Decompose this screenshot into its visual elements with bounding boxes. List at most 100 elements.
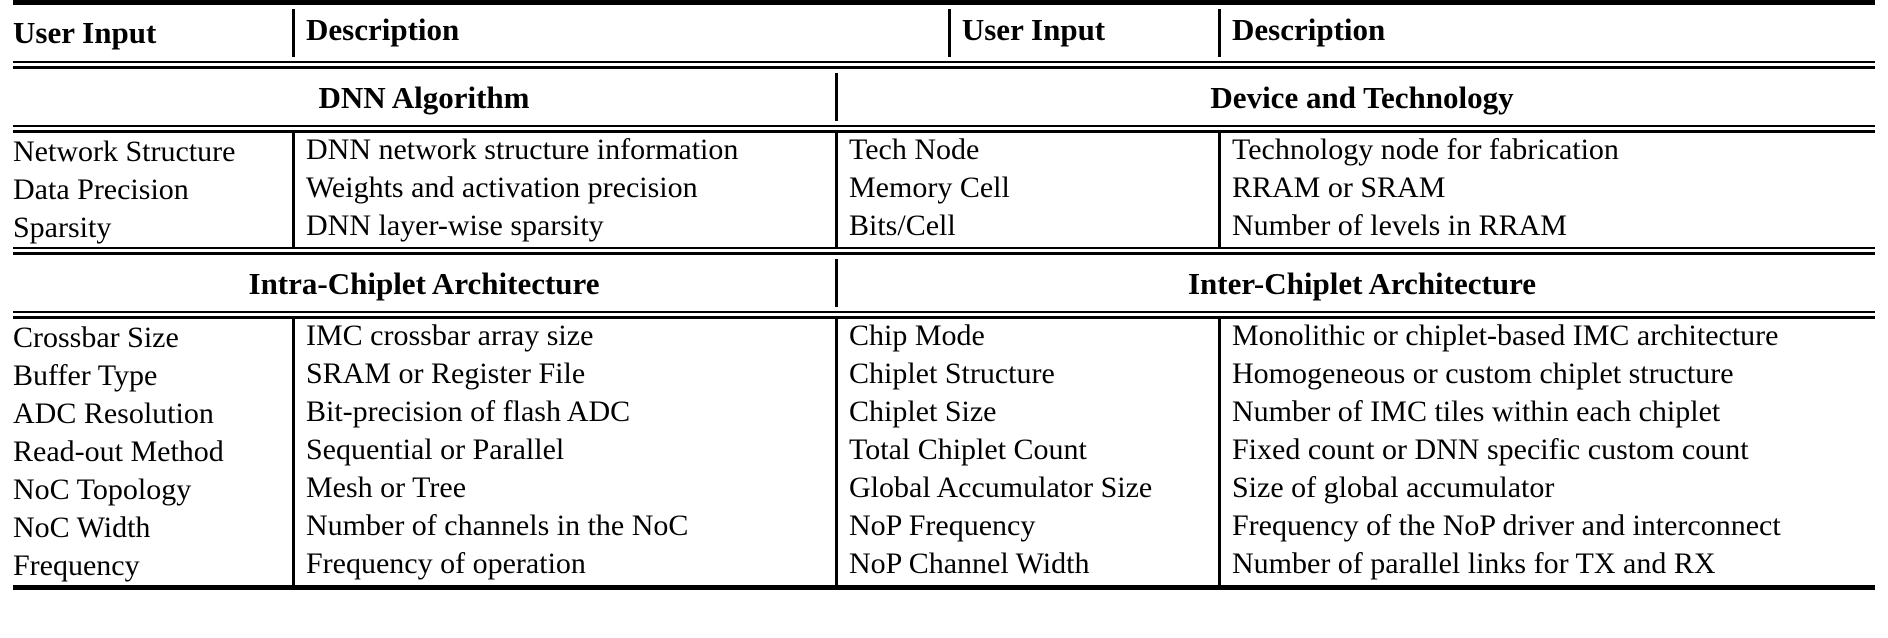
cell-description: Number of channels in the NoC (292, 509, 835, 547)
row-label-input: Crossbar Size (13, 321, 179, 354)
cell-user-input: Memory Cell (835, 171, 1218, 209)
column-divider (1218, 209, 1221, 247)
cell-user-input: Frequency (13, 547, 292, 588)
column-divider (835, 433, 838, 471)
cell-description: Frequency of operation (292, 547, 835, 588)
row-label-description: Frequency of operation (306, 546, 586, 580)
row-label-description: Technology node for fabrication (1232, 132, 1619, 166)
column-divider (1218, 395, 1221, 433)
table-row: Sparsity DNN layer-wise sparsity Bits/Ce… (13, 209, 1875, 248)
column-divider (835, 357, 838, 395)
column-divider (1218, 471, 1221, 509)
column-divider (292, 395, 295, 433)
column-divider (292, 509, 295, 547)
header-cell-description-right: Description (1218, 5, 1875, 62)
column-divider (292, 319, 295, 357)
row-label-input: Total Chiplet Count (849, 432, 1087, 466)
column-divider (947, 9, 951, 57)
table-row: NoC Topology Mesh or Tree Global Accumul… (13, 471, 1875, 509)
column-divider (1218, 9, 1221, 57)
header-label-user-input-left: User Input (13, 15, 157, 50)
cell-user-input: Tech Node (835, 132, 1218, 171)
row-label-input: NoP Frequency (849, 508, 1036, 542)
column-divider (835, 547, 838, 585)
column-divider (292, 357, 295, 395)
column-divider (1218, 433, 1221, 471)
header-cell-description-left: Description (292, 5, 835, 62)
row-label-description: SRAM or Register File (306, 356, 586, 390)
column-divider (835, 395, 838, 433)
spec-table-container: User Input Description User Input Descri… (0, 0, 1888, 638)
row-label-input: Network Structure (13, 135, 236, 168)
cell-description: SRAM or Register File (292, 357, 835, 395)
row-label-input: Chiplet Structure (849, 356, 1055, 390)
row-label-description: Number of levels in RRAM (1232, 208, 1567, 242)
cell-user-input: NoP Channel Width (835, 547, 1218, 588)
column-divider (1218, 319, 1221, 357)
row-label-description: DNN layer-wise sparsity (306, 208, 604, 242)
cell-user-input: ADC Resolution (13, 395, 292, 433)
section-title-dnn-algorithm: DNN Algorithm (318, 79, 530, 115)
cell-description: Size of global accumulator (1218, 471, 1875, 509)
column-divider (1218, 357, 1221, 395)
cell-user-input: Read-out Method (13, 433, 292, 471)
column-divider (835, 509, 838, 547)
cell-user-input: Bits/Cell (835, 209, 1218, 248)
row-label-input: Buffer Type (13, 359, 158, 392)
row-label-input: Bits/Cell (849, 208, 956, 242)
row-label-input: Frequency (13, 549, 140, 582)
column-divider (292, 433, 295, 471)
cell-user-input: NoC Topology (13, 471, 292, 509)
cell-description: Weights and activation precision (292, 171, 835, 209)
cell-description: Monolithic or chiplet-based IMC architec… (1218, 318, 1875, 357)
column-divider (1218, 171, 1221, 209)
cell-description: IMC crossbar array size (292, 318, 835, 357)
section-title-cell-left-1: DNN Algorithm (13, 68, 835, 127)
user-input-spec-table: User Input Description User Input Descri… (13, 0, 1875, 592)
cell-description: Homogeneous or custom chiplet structure (1218, 357, 1875, 395)
row-label-description: DNN network structure information (306, 132, 739, 166)
row-label-input: Read-out Method (13, 435, 224, 468)
row-label-input: NoC Width (13, 511, 151, 544)
column-divider (835, 171, 838, 209)
cell-description: RRAM or SRAM (1218, 171, 1875, 209)
section-title-inter-chiplet-architecture: Inter-Chiplet Architecture (1187, 265, 1537, 301)
cell-description: Technology node for fabrication (1218, 132, 1875, 171)
row-label-description: Fixed count or DNN specific custom count (1232, 432, 1749, 466)
cell-description: Number of IMC tiles within each chiplet (1218, 395, 1875, 433)
table-row: NoC Width Number of channels in the NoC … (13, 509, 1875, 547)
header-cell-user-input-left: User Input (13, 5, 292, 62)
row-label-description: Number of channels in the NoC (306, 508, 689, 542)
row-label-input: Chiplet Size (849, 394, 997, 428)
cell-description: Number of levels in RRAM (1218, 209, 1875, 248)
row-label-description: Size of global accumulator (1232, 470, 1555, 504)
cell-description: Fixed count or DNN specific custom count (1218, 433, 1875, 471)
cell-user-input: Chiplet Size (835, 395, 1218, 433)
row-label-description: IMC crossbar array size (306, 318, 594, 352)
table-row: ADC Resolution Bit-precision of flash AD… (13, 395, 1875, 433)
header-cell-user-input-right: User Input (835, 5, 1218, 62)
row-label-description: Number of IMC tiles within each chiplet (1232, 394, 1721, 428)
cell-user-input: Total Chiplet Count (835, 433, 1218, 471)
cell-user-input: NoC Width (13, 509, 292, 547)
table-row: Buffer Type SRAM or Register File Chiple… (13, 357, 1875, 395)
cell-user-input: Sparsity (13, 209, 292, 248)
section-title-cell-right-2: Inter-Chiplet Architecture (835, 254, 1875, 313)
row-label-description: Mesh or Tree (306, 470, 467, 504)
row-label-description: Sequential or Parallel (306, 432, 565, 466)
cell-description: DNN layer-wise sparsity (292, 209, 835, 248)
cell-user-input: Data Precision (13, 171, 292, 209)
table-row: Network Structure DNN network structure … (13, 132, 1875, 171)
column-divider (835, 319, 838, 357)
column-divider (835, 133, 838, 171)
table-row: Data Precision Weights and activation pr… (13, 171, 1875, 209)
column-divider (292, 209, 295, 247)
row-label-input: NoC Topology (13, 473, 192, 506)
column-divider (835, 259, 838, 307)
row-label-input: NoP Channel Width (849, 546, 1090, 580)
cell-description: Number of parallel links for TX and RX (1218, 547, 1875, 588)
cell-user-input: Crossbar Size (13, 318, 292, 358)
column-divider (835, 471, 838, 509)
header-label-description-left: Description (306, 11, 460, 47)
cell-user-input: Chiplet Structure (835, 357, 1218, 395)
